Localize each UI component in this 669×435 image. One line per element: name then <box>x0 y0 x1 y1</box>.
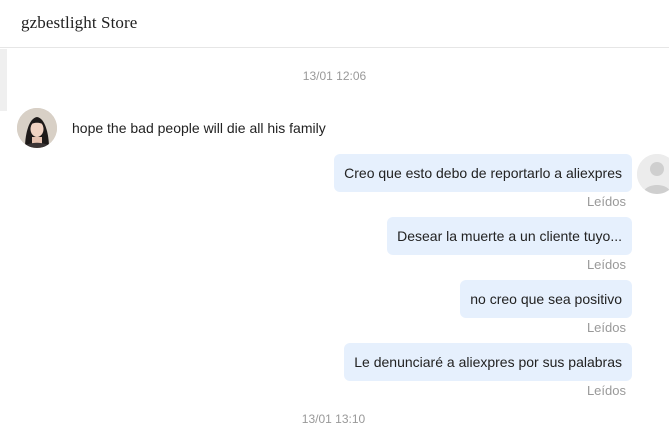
user-avatar[interactable] <box>637 154 669 194</box>
message-list: 13/01 12:06 hope the bad people will die… <box>0 49 669 435</box>
chat-header: gzbestlight Store <box>0 0 669 48</box>
default-user-avatar-icon <box>637 154 669 194</box>
incoming-message: hope the bad people will die all his fam… <box>72 120 326 136</box>
store-name[interactable]: gzbestlight Store <box>21 13 137 33</box>
read-status: Leídos <box>586 194 626 209</box>
seller-avatar[interactable] <box>17 108 57 148</box>
outgoing-message: no creo que sea positivo <box>460 280 632 318</box>
timestamp: 13/01 13:10 <box>301 412 366 426</box>
read-status: Leídos <box>586 383 626 398</box>
read-status: Leídos <box>586 320 626 335</box>
read-status: Leídos <box>586 257 626 272</box>
timestamp: 13/01 12:06 <box>302 69 367 83</box>
outgoing-message: Desear la muerte a un cliente tuyo... <box>387 217 632 255</box>
seller-avatar-photo <box>17 108 57 148</box>
outgoing-message: Le denunciaré a aliexpres por sus palabr… <box>344 343 632 381</box>
outgoing-message: Creo que esto debo de reportarlo a aliex… <box>334 154 632 192</box>
